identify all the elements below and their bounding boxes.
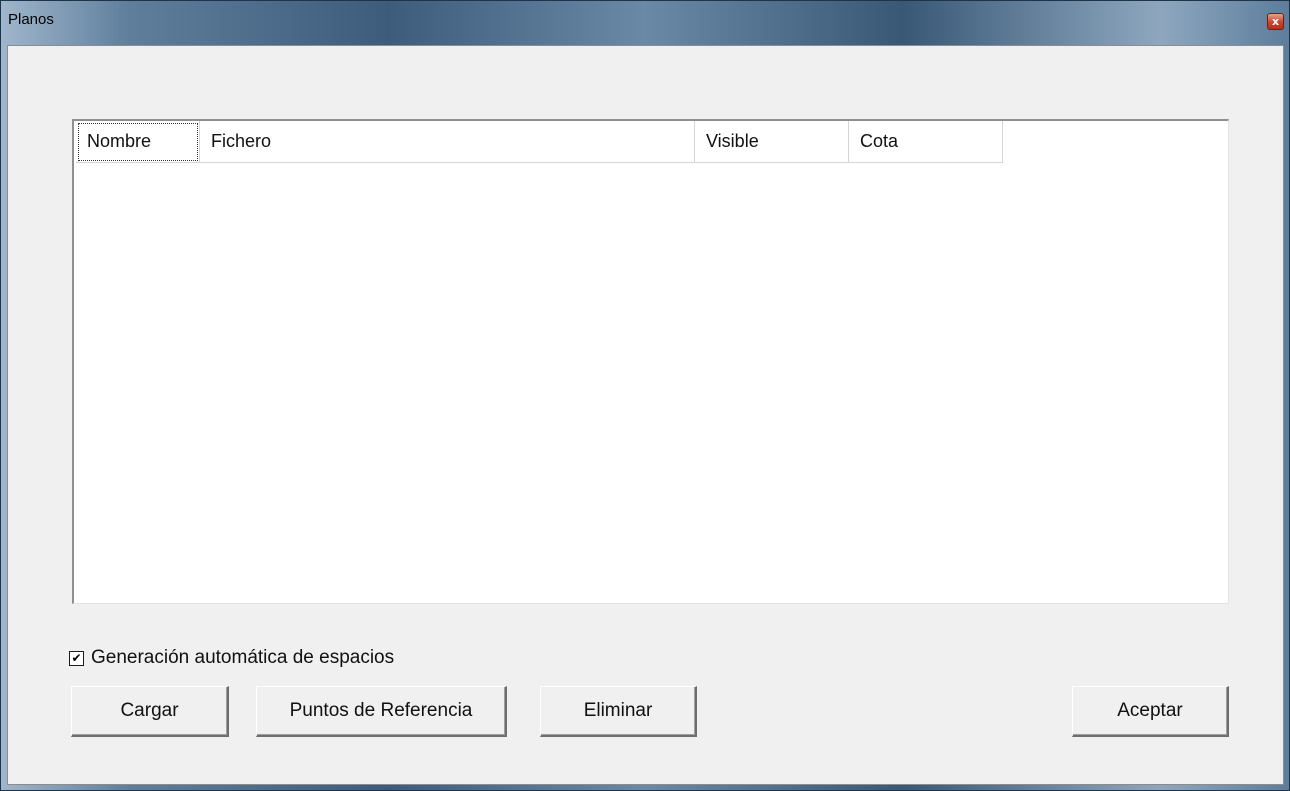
- auto-spaces-label[interactable]: Generación automática de espacios: [91, 647, 394, 669]
- close-icon: x: [1271, 15, 1280, 28]
- accept-button[interactable]: Aceptar: [1072, 686, 1229, 737]
- dialog-body: Nombre Fichero Visible Cota ✔ Generación…: [7, 45, 1284, 785]
- column-header-cota[interactable]: Cota: [849, 121, 1003, 163]
- load-button[interactable]: Cargar: [71, 686, 229, 737]
- dialog-window: Planos x Nombre Fichero Visible Cota ✔ G…: [0, 0, 1290, 791]
- planes-list[interactable]: Nombre Fichero Visible Cota: [72, 119, 1229, 604]
- title-bar[interactable]: Planos x: [1, 1, 1289, 45]
- column-header-visible[interactable]: Visible: [695, 121, 849, 163]
- window-title: Planos: [8, 11, 54, 28]
- auto-spaces-checkbox[interactable]: ✔: [69, 650, 84, 666]
- auto-spaces-option[interactable]: ✔ Generación automática de espacios: [69, 647, 394, 669]
- delete-button[interactable]: Eliminar: [540, 686, 697, 737]
- column-header-fichero[interactable]: Fichero: [200, 121, 695, 163]
- list-header: Nombre Fichero Visible Cota: [76, 121, 1003, 163]
- column-header-nombre[interactable]: Nombre: [76, 121, 200, 163]
- reference-points-button[interactable]: Puntos de Referencia: [256, 686, 507, 737]
- checkmark-icon: ✔: [71, 651, 82, 665]
- close-button[interactable]: x: [1267, 13, 1284, 30]
